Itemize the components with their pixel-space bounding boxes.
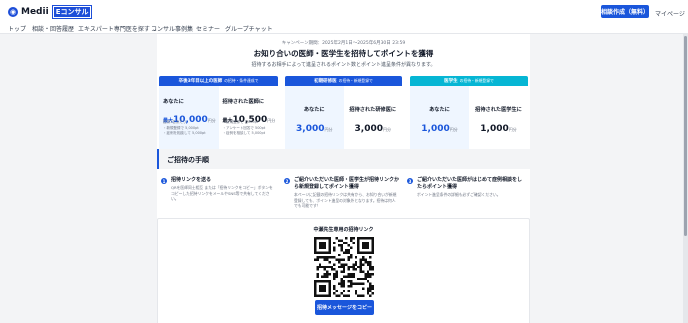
campaign-period: キャンペーン期間：2025年2月1日〜2025年6月30日 23:59 bbox=[281, 41, 406, 46]
reward-notes: 招待1名あたり ・新規登録で 5,000pt ・症例を相談して 5,000pt bbox=[163, 120, 206, 137]
step-title: 招待リンクを送る bbox=[171, 177, 212, 183]
nav-item-top[interactable]: トップ bbox=[8, 24, 26, 33]
reward-unit: 円分 bbox=[382, 127, 391, 132]
invite-campaign-panel: キャンペーン期間：2025年2月1日〜2025年6月30日 23:59 お知り合… bbox=[157, 34, 530, 323]
reward-unit: 円分 bbox=[207, 118, 216, 123]
reward-value: 1,000 bbox=[421, 124, 450, 134]
steps-heading: ご招待の手順 bbox=[157, 149, 530, 169]
reward-invitee-amount: 3,000円分 bbox=[344, 116, 403, 135]
nav-item-seminar[interactable]: セミナー bbox=[196, 24, 220, 33]
step-title: ご紹介いただいた医師がはじめて症例相談をしたらポイント獲得 bbox=[417, 177, 523, 190]
reward-card-header-sub: の招待・新規登録で bbox=[459, 78, 494, 83]
reward-card-header: 卒後3年目以上の医師 の招待・条件達成で bbox=[159, 76, 278, 86]
page-title: お知り合いの医師・医学生を招待してポイントを獲得 bbox=[253, 49, 434, 58]
scrollbar[interactable] bbox=[683, 34, 688, 323]
nav-item-find-expert-label: エキスパート専門医を探す bbox=[78, 26, 150, 33]
logo-badge: Eコンサル bbox=[51, 5, 93, 19]
reward-unit: 円分 bbox=[324, 127, 333, 132]
step-description: ポイント進呈条件の詳細も必ずご確認ください。 bbox=[417, 192, 501, 197]
reward-value: 3,000 bbox=[354, 124, 383, 134]
reward-note: ・症例を相談して 5,000pt bbox=[222, 131, 266, 135]
step-title: ご紹介いただいた医師・医学生が招待リンクから新規登録してポイント獲得 bbox=[294, 177, 400, 190]
reward-unit: 円分 bbox=[508, 127, 517, 132]
reward-invitee-amount: 1,000円分 bbox=[469, 116, 528, 135]
step-description: 本ページに記載の招待リンクは共有から、お知り合いが新規登録しても、ポイント進呈の… bbox=[294, 192, 397, 208]
reward-card-header-title: 初期研修医 bbox=[314, 79, 337, 84]
reward-notes: ・新規登録で 5,000pt ・アンケート回答で 500pt ・症例を相談して … bbox=[223, 120, 266, 137]
reward-value: 3,000 bbox=[296, 124, 325, 134]
reward-you-amount: 1,000円分 bbox=[410, 116, 469, 135]
reward-you-label: あなたに bbox=[303, 107, 325, 113]
logo-text: Medii bbox=[21, 7, 49, 17]
reward-card-header-sub: の招待・条件達成で bbox=[224, 78, 259, 83]
invite-link-title: 中瀬先生専用の招待リンク bbox=[313, 227, 374, 233]
scrollbar-thumb[interactable] bbox=[684, 36, 687, 236]
nav-item-history[interactable]: 相談・回答履歴 bbox=[32, 24, 74, 33]
qr-code-icon bbox=[314, 237, 374, 297]
reward-card-header: 初期研修医 の招待・新規登録で bbox=[285, 76, 402, 86]
mypage-link[interactable]: マイページ bbox=[655, 9, 685, 18]
copy-invite-message-button[interactable]: 招待メッセージをコピー bbox=[315, 300, 374, 315]
reward-card-header: 医学生 の招待・新規登録で bbox=[410, 76, 528, 86]
reward-note: ・症例を相談して 5,000pt bbox=[163, 131, 206, 135]
reward-you-label: あなたに bbox=[429, 107, 450, 113]
nav-item-group-chat[interactable]: グループチャット bbox=[225, 24, 273, 33]
reward-you-label: あなたに bbox=[163, 99, 184, 105]
reward-card-header-title: 医学生 bbox=[444, 79, 458, 84]
top-header: ◉ Medii Eコンサル 相談作成（無料） マイページ bbox=[0, 0, 688, 21]
reward-invitee-label: 招待された研修医に bbox=[349, 107, 397, 113]
invite-link-section: 中瀬先生専用の招待リンク 招待メッセージをコピー bbox=[157, 218, 530, 323]
step-number: 3 bbox=[407, 178, 413, 184]
logo[interactable]: ◉ Medii Eコンサル bbox=[8, 5, 93, 19]
main-nav: トップ 相談・回答履歴 エキスパート専門医を探す ⌄ コンサル事例集 セミナー グ… bbox=[0, 21, 688, 34]
logo-icon: ◉ bbox=[8, 7, 18, 17]
step-number: 1 bbox=[161, 178, 167, 184]
reward-unit: 円分 bbox=[449, 127, 458, 132]
nav-item-case-studies[interactable]: コンサル事例集 bbox=[151, 24, 193, 33]
create-consultation-button[interactable]: 相談作成（無料） bbox=[601, 5, 649, 18]
nav-item-find-expert[interactable]: エキスパート専門医を探す ⌄ bbox=[78, 24, 157, 33]
reward-value: 1,000 bbox=[480, 124, 509, 134]
reward-invitee-label: 招待された医師に bbox=[222, 99, 265, 105]
step-number: 2 bbox=[284, 178, 290, 184]
page-subtitle: 招待するお相手によって進呈されるポイント数とポイント進呈条件が異なります。 bbox=[251, 62, 436, 68]
reward-unit: 円分 bbox=[267, 118, 276, 123]
step-description: QRを医師同士相互 または「招待リンクをコピー」ボタンをコピーした招待リンクをメ… bbox=[171, 185, 273, 201]
reward-invitee-label: 招待された医学生に bbox=[475, 107, 522, 113]
reward-card-header-title: 卒後3年目以上の医師 bbox=[178, 79, 223, 84]
reward-card-header-sub: の招待・新規登録で bbox=[338, 78, 373, 83]
reward-you-amount: 3,000円分 bbox=[285, 116, 344, 135]
